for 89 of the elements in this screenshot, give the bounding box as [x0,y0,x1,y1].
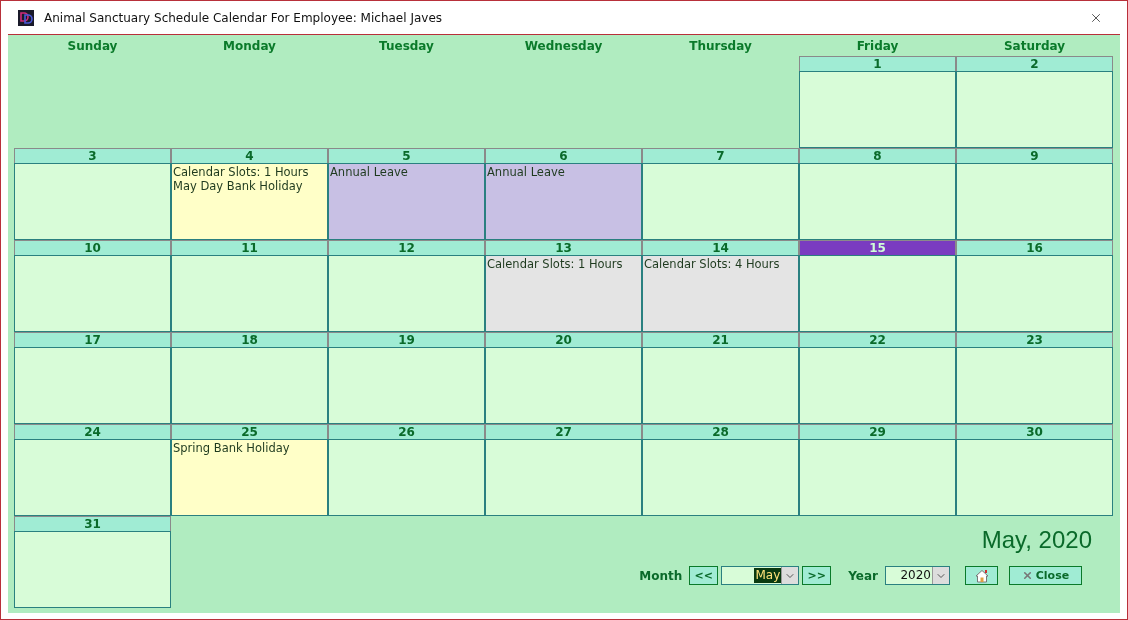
day-cell[interactable] [642,439,799,516]
day-cell[interactable] [485,347,642,424]
day-number: 8 [799,148,956,163]
day-number: 7 [642,148,799,163]
app-logo-icon [18,9,34,26]
year-label: Year [848,568,878,583]
day-cell[interactable] [171,255,328,332]
day-cell[interactable]: Calendar Slots: 1 Hours May Day Bank Holiday [171,163,328,240]
day-number: 18 [171,332,328,347]
day-cell[interactable] [171,347,328,424]
day-cell[interactable] [328,439,485,516]
day-cell[interactable] [14,439,171,516]
day-cell[interactable] [799,163,956,240]
day-number: 28 [642,424,799,439]
calendar-entry: Annual Leave [330,165,409,179]
day-number: 9 [956,148,1113,163]
day-cell[interactable] [14,163,171,240]
day-cell[interactable] [485,439,642,516]
day-number: 30 [956,424,1113,439]
day-number: 29 [799,424,956,439]
weekday-header: Saturday [1002,37,1067,55]
day-number: 16 [956,240,1113,255]
day-cell[interactable] [799,71,956,148]
day-cell[interactable] [956,255,1113,332]
day-cell[interactable] [642,163,799,240]
day-cell[interactable] [14,255,171,332]
day-number: 12 [328,240,485,255]
calendar-entry: Calendar Slots: 1 Hours [173,165,310,179]
month-select[interactable]: May [721,566,800,585]
weekday-header: Wednesday [523,37,604,55]
day-number: 2 [956,56,1113,71]
day-number: 24 [14,424,171,439]
day-cell[interactable] [799,347,956,424]
weekday-header: Friday [855,37,900,55]
day-number: 25 [171,424,328,439]
day-cell[interactable]: Annual Leave [485,163,642,240]
day-number: 27 [485,424,642,439]
month-year-heading: May, 2020 [981,526,1092,554]
calendar-entry: Calendar Slots: 1 Hours [487,257,624,271]
home-button[interactable] [965,566,998,585]
day-number: 23 [956,332,1113,347]
day-number: 21 [642,332,799,347]
day-number: 4 [171,148,328,163]
day-cell[interactable]: Spring Bank Holiday [171,439,328,516]
day-number: 1 [799,56,956,71]
day-cell[interactable] [956,347,1113,424]
day-number: 26 [328,424,485,439]
day-number: 3 [14,148,171,163]
day-number: 19 [328,332,485,347]
day-cell[interactable]: Annual Leave [328,163,485,240]
weekday-header: Monday [222,37,277,55]
day-number: 10 [14,240,171,255]
month-label: Month [639,568,683,583]
day-cell[interactable] [328,347,485,424]
day-number: 20 [485,332,642,347]
calendar-entry: May Day Bank Holiday [173,179,304,193]
previous-month-button[interactable]: << [689,566,719,585]
next-month-button[interactable]: >> [802,566,832,585]
close-button[interactable]: Close [1009,566,1082,585]
day-number: 17 [14,332,171,347]
day-cell[interactable]: Calendar Slots: 4 Hours [642,255,799,332]
weekday-header: Tuesday [378,37,435,55]
day-cell[interactable] [799,255,956,332]
day-cell[interactable] [956,439,1113,516]
day-number: 14 [642,240,799,255]
day-cell[interactable] [956,163,1113,240]
day-cell[interactable] [14,531,171,608]
day-number: 13 [485,240,642,255]
calendar-entry: Annual Leave [487,165,566,179]
close-icon [1021,570,1033,581]
day-cell[interactable] [799,439,956,516]
calendar-entry: Spring Bank Holiday [173,441,291,455]
day-number: 31 [14,516,171,531]
day-cell[interactable]: Calendar Slots: 1 Hours [485,255,642,332]
weekday-header: Thursday [688,37,753,55]
day-number: 22 [799,332,956,347]
day-cell[interactable] [642,347,799,424]
calendar-entry: Calendar Slots: 4 Hours [644,257,781,271]
window-title: Animal Sanctuary Schedule Calendar For Employee: Michael Javes [44,10,443,25]
weekday-header: Sunday [66,37,119,55]
day-number: 11 [171,240,328,255]
day-cell[interactable] [328,255,485,332]
day-number: 6 [485,148,642,163]
house-icon [973,568,990,583]
year-select[interactable]: 2020 [885,566,950,585]
day-number: 5 [328,148,485,163]
day-number: 15 [799,240,956,255]
day-cell[interactable] [956,71,1113,148]
day-cell[interactable] [14,347,171,424]
